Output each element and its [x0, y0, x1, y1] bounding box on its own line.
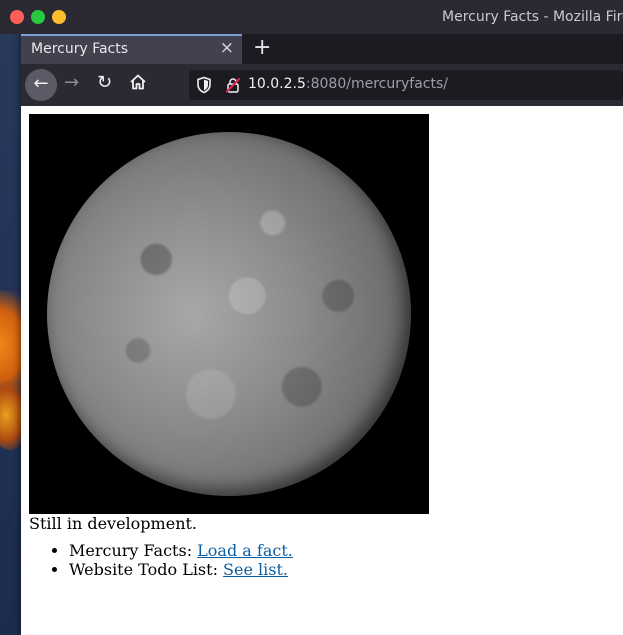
tab-bar: Mercury Facts × +	[21, 34, 623, 64]
url-path: :8080/mercuryfacts/	[305, 76, 448, 92]
list-item-label: Mercury Facts:	[69, 541, 198, 560]
home-icon[interactable]	[129, 73, 147, 91]
tab-title: Mercury Facts	[31, 41, 129, 57]
list-item: Website Todo List: See list.	[69, 560, 293, 579]
list-item-label: Website Todo List:	[69, 560, 224, 579]
load-fact-link[interactable]: Load a fact.	[197, 541, 293, 560]
mercury-image	[29, 114, 429, 514]
address-bar[interactable]: 10.0.2.5:8080/mercuryfacts/	[189, 70, 623, 100]
minimize-window-button[interactable]	[52, 10, 66, 24]
mercury-planet-graphic	[47, 132, 411, 496]
see-todo-list-link[interactable]: See list.	[223, 560, 288, 579]
tab-mercury-facts[interactable]: Mercury Facts ×	[21, 34, 242, 64]
page-content: Still in development. Mercury Facts: Loa…	[21, 106, 623, 635]
close-tab-icon[interactable]: ×	[220, 40, 234, 57]
list-item: Mercury Facts: Load a fact.	[69, 541, 293, 560]
back-button[interactable]: ←	[25, 69, 57, 101]
url-host: 10.0.2.5	[248, 76, 306, 92]
navigation-toolbar: ← → ↻ 10.0.2.5:8080/mercuryfacts/	[21, 64, 623, 106]
reload-button[interactable]: ↻	[97, 72, 112, 93]
url-text[interactable]: 10.0.2.5:8080/mercuryfacts/	[248, 76, 448, 92]
close-window-button[interactable]	[10, 10, 24, 24]
browser-window: Mercury Facts - Mozilla Fire Mercury Fac…	[0, 0, 623, 635]
forward-button[interactable]: →	[64, 72, 79, 93]
links-list: Mercury Facts: Load a fact. Website Todo…	[29, 541, 293, 579]
maximize-window-button[interactable]	[31, 10, 45, 24]
title-bar: Mercury Facts - Mozilla Fire	[0, 0, 623, 34]
development-status-text: Still in development.	[29, 514, 198, 533]
new-tab-icon[interactable]: +	[253, 35, 271, 60]
window-title: Mercury Facts - Mozilla Fire	[442, 9, 623, 25]
tracking-protection-shield-icon[interactable]	[196, 76, 212, 94]
insecure-lock-icon[interactable]	[225, 77, 241, 93]
